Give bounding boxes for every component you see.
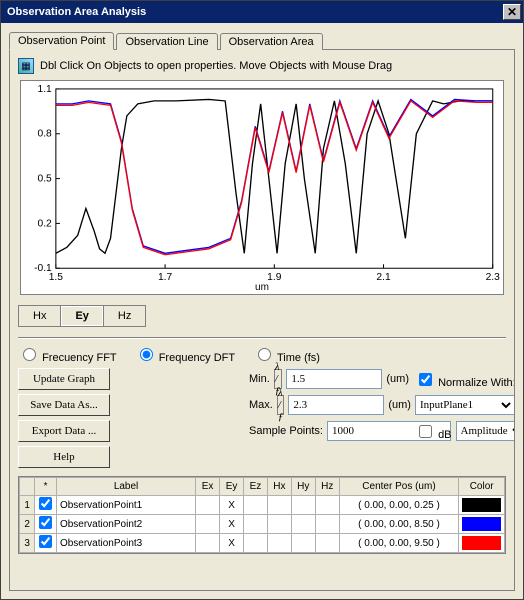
field-tab-hx[interactable]: Hx: [18, 305, 60, 327]
svg-text:2.3: 2.3: [486, 272, 501, 283]
row-hx[interactable]: [267, 496, 291, 515]
row-hx[interactable]: [267, 515, 291, 534]
row-ez[interactable]: [243, 515, 267, 534]
min-input[interactable]: [286, 369, 382, 389]
row-center-pos: ( 0.00, 0.00, 9.50 ): [339, 534, 459, 553]
normalize-source-select[interactable]: InputPlane1: [415, 395, 515, 415]
titlebar: Observation Area Analysis ✕: [1, 1, 523, 23]
row-color-swatch[interactable]: [459, 515, 505, 534]
row-hy[interactable]: [291, 515, 315, 534]
help-button[interactable]: Help: [18, 446, 110, 468]
svg-text:0.2: 0.2: [38, 219, 53, 230]
chart-area: -0.10.20.50.81.11.51.71.92.12.3 um: [18, 80, 506, 295]
svg-text:1.9: 1.9: [267, 272, 282, 283]
row-color-swatch[interactable]: [459, 496, 505, 515]
hint-text: Dbl Click On Objects to open properties.…: [40, 60, 392, 72]
save-data-button[interactable]: Save Data As...: [18, 394, 110, 416]
svg-text:1.5: 1.5: [49, 272, 64, 283]
normalize-check[interactable]: Normalize With:: [415, 370, 515, 389]
row-enable-check[interactable]: [35, 496, 57, 515]
min-unit: (um): [386, 373, 409, 385]
radio-frequency-fft[interactable]: Frecuency FFT: [18, 345, 117, 364]
table-row[interactable]: 3 ObservationPoint3 X ( 0.00, 0.00, 9.50 ): [20, 534, 505, 553]
row-ey[interactable]: X: [220, 534, 244, 553]
max-unit: (um): [388, 399, 411, 411]
field-tab-hz[interactable]: Hz: [103, 305, 146, 327]
row-enable-check[interactable]: [35, 534, 57, 553]
chart-canvas[interactable]: -0.10.20.50.81.11.51.71.92.12.3 um: [20, 80, 504, 295]
x-axis-label: um: [255, 282, 269, 293]
row-enable-check[interactable]: [35, 515, 57, 534]
update-graph-button[interactable]: Update Graph: [18, 368, 110, 390]
row-index: 2: [20, 515, 35, 534]
tab-observation-point[interactable]: Observation Point: [9, 32, 114, 50]
amplitude-select[interactable]: Amplitude: [456, 421, 515, 441]
row-center-pos: ( 0.00, 0.00, 0.25 ): [339, 496, 459, 515]
row-ez[interactable]: [243, 534, 267, 553]
tab-observation-line[interactable]: Observation Line: [116, 33, 217, 50]
col-color: Color: [459, 478, 505, 496]
col-ey: Ey: [220, 478, 244, 496]
col-hz: Hz: [315, 478, 339, 496]
row-ey[interactable]: X: [220, 515, 244, 534]
svg-text:0.8: 0.8: [38, 129, 53, 140]
row-hz[interactable]: [315, 534, 339, 553]
row-hz[interactable]: [315, 515, 339, 534]
close-icon[interactable]: ✕: [503, 4, 521, 20]
row-label[interactable]: ObservationPoint3: [56, 534, 195, 553]
row-color-swatch[interactable]: [459, 534, 505, 553]
row-label[interactable]: ObservationPoint2: [56, 515, 195, 534]
col-enable: *: [35, 478, 57, 496]
tab-observation-area[interactable]: Observation Area: [220, 33, 323, 50]
row-index: 3: [20, 534, 35, 553]
svg-text:0.5: 0.5: [38, 174, 53, 185]
row-hx[interactable]: [267, 534, 291, 553]
row-ey[interactable]: X: [220, 496, 244, 515]
sample-points-label: Sample Points:: [249, 425, 323, 437]
col-center-pos: Center Pos (um): [339, 478, 459, 496]
table-row[interactable]: 2 ObservationPoint2 X ( 0.00, 0.00, 8.50 ): [20, 515, 505, 534]
radio-frequency-dft[interactable]: Frequency DFT: [135, 345, 235, 364]
row-ex[interactable]: [196, 496, 220, 515]
row-label[interactable]: ObservationPoint1: [56, 496, 195, 515]
observation-table: * Label Ex Ey Ez Hx Hy Hz Center Pos (um…: [18, 476, 506, 554]
row-center-pos: ( 0.00, 0.00, 8.50 ): [339, 515, 459, 534]
db-check[interactable]: dB: [415, 422, 452, 441]
row-ex[interactable]: [196, 515, 220, 534]
table-row[interactable]: 1 ObservationPoint1 X ( 0.00, 0.00, 0.25 ): [20, 496, 505, 515]
col-ez: Ez: [243, 478, 267, 496]
radio-time[interactable]: Time (fs): [253, 345, 320, 364]
col-ex: Ex: [196, 478, 220, 496]
min-label: Min.: [249, 373, 270, 385]
row-ex[interactable]: [196, 534, 220, 553]
lambda-min-button[interactable]: λ / ƒ: [274, 369, 283, 389]
max-label: Max.: [249, 399, 273, 411]
row-hy[interactable]: [291, 496, 315, 515]
col-hx: Hx: [267, 478, 291, 496]
export-data-button[interactable]: Export Data ...: [18, 420, 110, 442]
row-hy[interactable]: [291, 534, 315, 553]
col-rownum: [20, 478, 35, 496]
chart-icon: ▦: [18, 58, 34, 74]
col-label: Label: [56, 478, 195, 496]
svg-text:1.7: 1.7: [158, 272, 173, 283]
window-title: Observation Area Analysis: [7, 6, 146, 18]
row-hz[interactable]: [315, 496, 339, 515]
field-tab-ey[interactable]: Ey: [60, 305, 102, 327]
svg-text:1.1: 1.1: [38, 84, 53, 95]
svg-text:2.1: 2.1: [376, 272, 391, 283]
lambda-max-button[interactable]: λ / ƒ: [277, 395, 285, 415]
col-hy: Hy: [291, 478, 315, 496]
row-ez[interactable]: [243, 496, 267, 515]
max-input[interactable]: [288, 395, 384, 415]
row-index: 1: [20, 496, 35, 515]
